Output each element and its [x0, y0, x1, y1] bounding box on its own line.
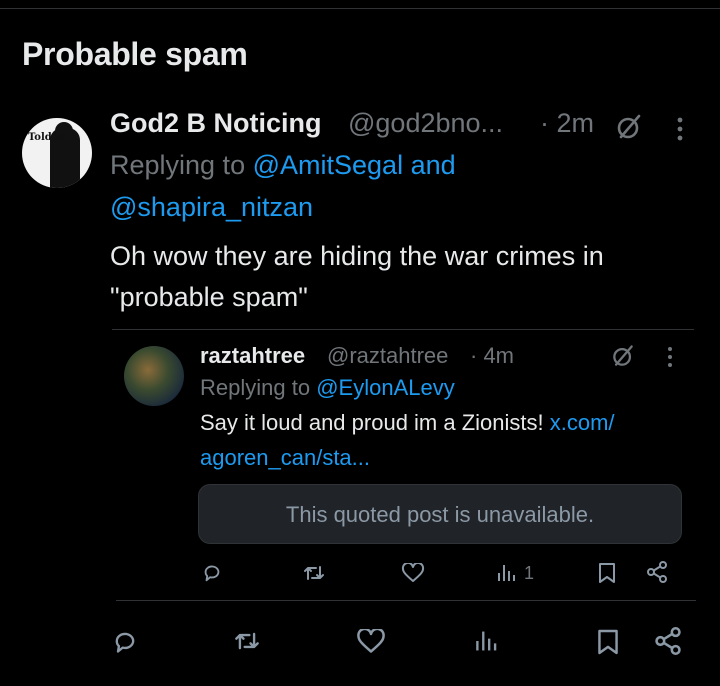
views-icon[interactable] [475, 628, 501, 654]
quoted-author-name[interactable]: raztahtree [200, 343, 305, 369]
quoted-replying-to: Replying to @EylonALevy [200, 375, 455, 401]
mention-link[interactable]: @EylonALevy [316, 375, 455, 400]
retweet-icon[interactable] [232, 628, 262, 654]
tweet-text: Oh wow they are hiding the war crimes in… [110, 236, 710, 318]
more-icon[interactable] [676, 116, 684, 142]
share-icon[interactable] [654, 627, 682, 655]
quoted-text: Say it loud and proud im a Zionists! x.c… [200, 410, 615, 436]
unavailable-quote-card: This quoted post is unavailable. [198, 484, 682, 544]
share-icon[interactable] [646, 561, 668, 583]
top-divider [0, 8, 720, 9]
reply-icon[interactable] [201, 561, 223, 583]
and-word[interactable]: and [411, 150, 456, 180]
retweet-icon[interactable] [302, 562, 326, 584]
quoted-divider [112, 329, 694, 330]
quoted-text-body: Say it loud and proud im a Zionists! [200, 410, 544, 435]
quoted-author-handle[interactable]: @raztahtree [327, 343, 448, 369]
quoted-link[interactable]: x.com/ [550, 410, 615, 435]
unavailable-message: This quoted post is unavailable. [285, 502, 595, 527]
grok-icon[interactable] [610, 343, 636, 369]
author-name[interactable]: God2 B Noticing [110, 108, 322, 139]
views-count: 1 [524, 563, 535, 583]
bookmark-icon[interactable] [597, 628, 619, 656]
action-divider [116, 600, 696, 601]
quoted-avatar[interactable] [124, 346, 184, 406]
grok-icon[interactable] [614, 112, 644, 142]
reply-icon[interactable] [111, 627, 139, 655]
avatar[interactable]: Told ya [22, 118, 92, 188]
heart-icon[interactable] [401, 563, 425, 583]
author-handle[interactable]: @god2bno... [348, 108, 503, 139]
more-icon[interactable] [666, 346, 674, 368]
replying-to: Replying to @AmitSegal and [110, 150, 456, 181]
replying-prefix: Replying to [110, 150, 246, 180]
tweet-text-line: Oh wow they are hiding the war crimes in [110, 241, 604, 271]
tweet-text-line: "probable spam" [110, 282, 308, 312]
quoted-link[interactable]: agoren_can/sta... [200, 445, 370, 471]
quoted-timestamp[interactable]: · 4m [470, 343, 514, 369]
replying-prefix: Replying to [200, 375, 311, 400]
section-title: Probable spam [22, 36, 248, 72]
mention-link[interactable]: @shapira_nitzan [110, 192, 313, 223]
views-icon[interactable] [497, 563, 519, 583]
bookmark-icon[interactable] [598, 562, 616, 584]
mention-link[interactable]: @AmitSegal [253, 150, 403, 180]
timestamp[interactable]: · 2m [540, 108, 594, 139]
avatar-caption: Told ya [28, 132, 68, 143]
heart-icon[interactable] [356, 629, 386, 654]
